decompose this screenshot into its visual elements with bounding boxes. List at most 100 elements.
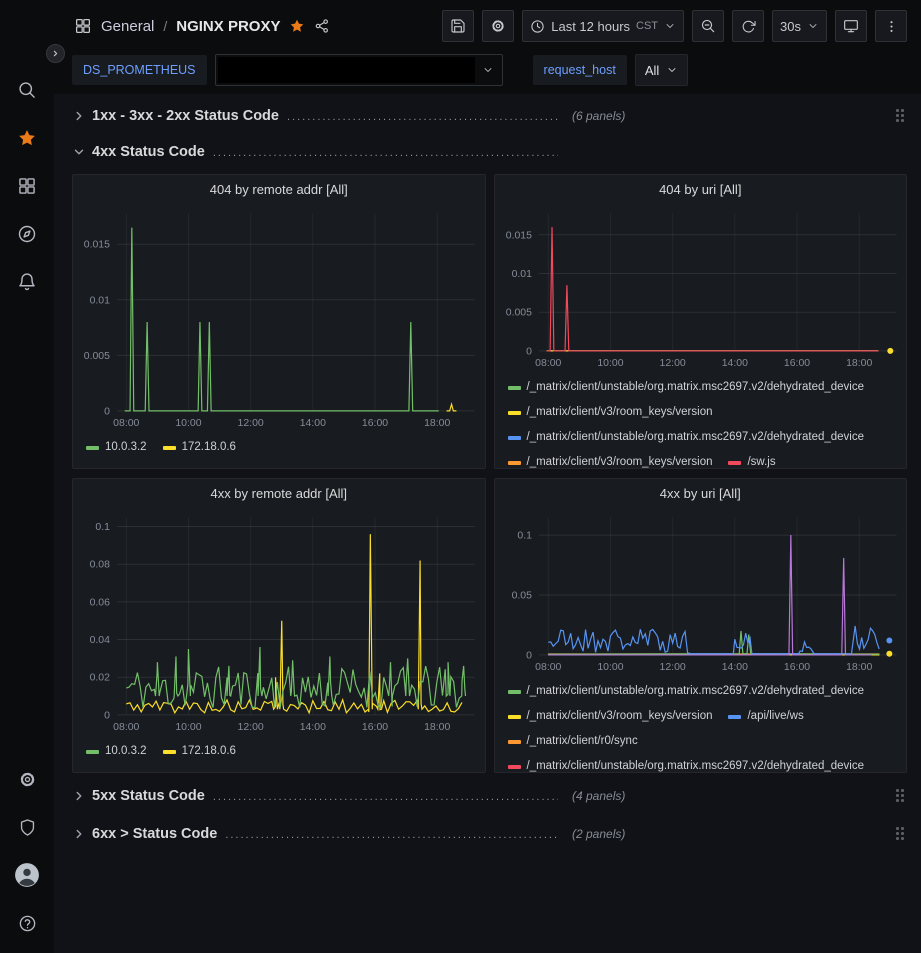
- row-1xx-3xx-2xx[interactable]: 1xx - 3xx - 2xx Status Code ............…: [72, 102, 907, 130]
- x-axis-label: 12:00: [659, 358, 685, 369]
- legend-series-marker: [508, 386, 521, 390]
- row-panel-count: (2 panels): [572, 827, 625, 841]
- legend-item[interactable]: /_matrix/client/r0/sync: [508, 729, 638, 754]
- save-icon: [450, 18, 466, 34]
- panel-title[interactable]: 4xx by remote addr [All]: [73, 479, 485, 507]
- sidebar-bottom: [0, 755, 54, 953]
- row-drag-handle[interactable]: [896, 109, 905, 123]
- legend-item[interactable]: /_matrix/client/unstable/org.matrix.msc2…: [508, 679, 865, 704]
- row-panel-count: (6 panels): [572, 109, 625, 123]
- refresh-button[interactable]: [732, 10, 764, 42]
- x-axis-label: 18:00: [846, 662, 872, 673]
- row-4xx[interactable]: 4xx Status Code ........................…: [72, 138, 907, 166]
- search-icon: [17, 80, 37, 100]
- sidebar-item-server-admin[interactable]: [0, 803, 54, 851]
- request-host-select[interactable]: All: [635, 54, 688, 86]
- legend-series-marker: [508, 436, 521, 440]
- chevron-down-icon: [807, 20, 819, 32]
- help-icon: [18, 914, 37, 933]
- legend-row: /_matrix/client/unstable/org.matrix.msc2…: [508, 754, 897, 772]
- y-axis-label: 0.05: [511, 590, 532, 601]
- y-axis-label: 0: [526, 650, 532, 661]
- y-axis-label: 0.015: [505, 230, 531, 241]
- panel-title[interactable]: 4xx by uri [All]: [495, 479, 907, 507]
- timezone-label: CST: [636, 20, 658, 32]
- sidebar-item-profile[interactable]: [0, 851, 54, 899]
- sidebar-expand-button[interactable]: [46, 44, 65, 63]
- variable-label-request-host[interactable]: request_host: [533, 55, 627, 85]
- panel-title[interactable]: 404 by uri [All]: [495, 175, 907, 203]
- legend: 10.0.3.2 172.18.0.6: [73, 737, 485, 772]
- variable-label-ds-prometheus[interactable]: DS_PROMETHEUS: [72, 55, 207, 85]
- x-axis-label: 10:00: [597, 358, 623, 369]
- legend-item[interactable]: 172.18.0.6: [163, 435, 236, 460]
- chart-404-by-uri[interactable]: 08:0010:0012:0014:0016:0018:0000.0050.01…: [495, 203, 907, 373]
- sidebar-item-explore[interactable]: [0, 210, 54, 258]
- legend-series-marker: [508, 715, 521, 719]
- zoom-out-button[interactable]: [692, 10, 724, 42]
- sidebar-item-dashboards[interactable]: [0, 162, 54, 210]
- dashboard-settings-button[interactable]: [482, 10, 514, 42]
- legend-item[interactable]: /_matrix/client/unstable/org.matrix.msc2…: [508, 425, 865, 450]
- legend-row: /_matrix/client/v3/room_keys/version/api…: [508, 704, 897, 729]
- x-axis-label: 16:00: [783, 662, 809, 673]
- legend-series-label: /api/live/ws: [747, 704, 803, 729]
- legend-item[interactable]: /api/live/ws: [728, 704, 803, 729]
- sidebar-item-starred[interactable]: [0, 114, 54, 162]
- row-5xx[interactable]: 5xx Status Code ........................…: [72, 782, 907, 810]
- legend-item[interactable]: /_matrix/client/v3/room_keys/version: [508, 400, 713, 425]
- x-axis-label: 08:00: [113, 418, 139, 429]
- row-drag-handle[interactable]: [896, 789, 905, 803]
- legend-item[interactable]: /sw.js: [728, 450, 775, 468]
- legend-item[interactable]: 172.18.0.6: [163, 739, 236, 764]
- more-options-button[interactable]: [875, 10, 907, 42]
- monitor-icon: [843, 18, 859, 34]
- chart-4xx-by-remote-addr[interactable]: 08:0010:0012:0014:0016:0018:0000.020.040…: [73, 507, 485, 737]
- legend-item[interactable]: /_matrix/client/v3/room_keys/version: [508, 450, 713, 468]
- legend-series-marker: [728, 461, 741, 465]
- row-drag-handle[interactable]: [896, 827, 905, 841]
- legend-series-marker: [86, 750, 99, 754]
- refresh-interval-dropdown[interactable]: 30s: [772, 10, 827, 42]
- legend-item[interactable]: /_matrix/client/v3/room_keys/version: [508, 704, 713, 729]
- row-6xx[interactable]: 6xx > Status Code ......................…: [72, 820, 907, 848]
- grafana-app: General / NGINX PROXY Last 12 hours CST: [0, 0, 921, 953]
- cycle-view-mode-button[interactable]: [835, 10, 867, 42]
- legend-item[interactable]: 10.0.3.2: [86, 435, 147, 460]
- legend-item[interactable]: /_matrix/client/unstable/org.matrix.msc2…: [508, 375, 865, 400]
- row-title: 1xx - 3xx - 2xx Status Code: [92, 108, 279, 124]
- datasource-select[interactable]: [215, 54, 503, 86]
- kebab-menu-icon: [884, 19, 899, 34]
- y-axis-label: 0: [104, 710, 110, 721]
- legend-series-label: /sw.js: [747, 450, 775, 468]
- gear-icon: [18, 770, 37, 789]
- dashboard-content: 1xx - 3xx - 2xx Status Code ............…: [54, 94, 921, 953]
- panel-title[interactable]: 404 by remote addr [All]: [73, 175, 485, 203]
- main-area: General / NGINX PROXY Last 12 hours CST: [54, 0, 921, 953]
- share-icon[interactable]: [314, 18, 330, 34]
- zoom-out-icon: [700, 18, 716, 34]
- time-range-picker[interactable]: Last 12 hours CST: [522, 10, 684, 42]
- legend-series-label: /_matrix/client/unstable/org.matrix.msc2…: [527, 425, 865, 450]
- chart-404-by-remote-addr[interactable]: 08:0010:0012:0014:0016:0018:0000.0050.01…: [73, 203, 485, 433]
- x-axis-label: 16:00: [362, 722, 388, 733]
- x-axis-label: 14:00: [721, 358, 747, 369]
- y-axis-label: 0.015: [84, 240, 110, 251]
- breadcrumb-section[interactable]: General: [101, 18, 154, 35]
- legend-item[interactable]: 10.0.3.2: [86, 739, 147, 764]
- sidebar-item-help[interactable]: [0, 899, 54, 947]
- legend-series-label: /_matrix/client/r0/sync: [527, 729, 638, 754]
- y-axis-label: 0.02: [90, 673, 111, 684]
- save-dashboard-button[interactable]: [442, 10, 474, 42]
- favorite-star-icon[interactable]: [289, 18, 305, 34]
- sidebar-item-search[interactable]: [0, 66, 54, 114]
- x-axis-label: 10:00: [175, 722, 201, 733]
- x-axis-label: 16:00: [783, 358, 809, 369]
- legend-series-label: /_matrix/client/unstable/org.matrix.msc2…: [527, 754, 865, 772]
- sidebar-item-configuration[interactable]: [0, 755, 54, 803]
- y-axis-label: 0.01: [90, 295, 111, 306]
- sidebar-item-alerting[interactable]: [0, 258, 54, 306]
- chart-4xx-by-uri[interactable]: 08:0010:0012:0014:0016:0018:0000.050.1: [495, 507, 907, 677]
- legend-item[interactable]: /_matrix/client/unstable/org.matrix.msc2…: [508, 754, 865, 772]
- panel-4xx-by-remote-addr: 4xx by remote addr [All] 08:0010:0012:00…: [72, 478, 486, 773]
